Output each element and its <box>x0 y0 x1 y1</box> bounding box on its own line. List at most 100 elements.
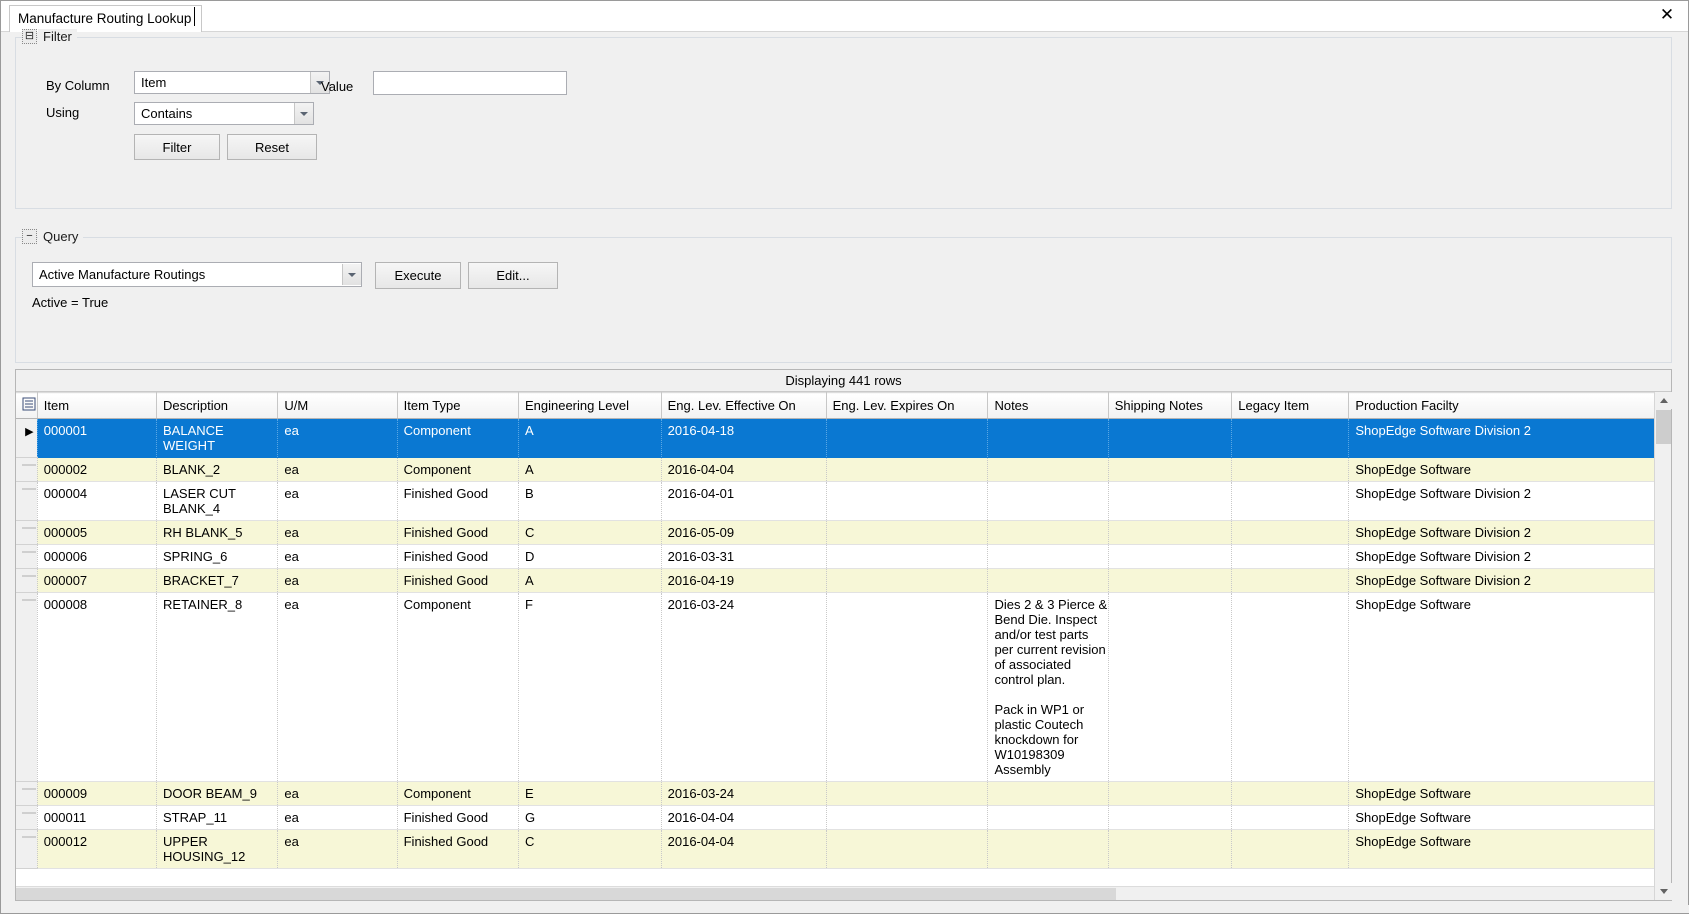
col-header-engineering-level[interactable]: Engineering Level <box>518 392 662 419</box>
cell-eff-on[interactable]: 2016-03-31 <box>661 544 827 569</box>
cell-exp-on[interactable] <box>826 481 989 521</box>
cell-legacy-item[interactable] <box>1231 568 1350 593</box>
cell-engineering-level[interactable]: A <box>518 568 662 593</box>
cell-notes[interactable] <box>987 520 1109 545</box>
cell-eff-on[interactable]: 2016-05-09 <box>661 520 827 545</box>
cell-notes[interactable]: Dies 2 & 3 Pierce & Bend Die. Inspect an… <box>987 592 1109 782</box>
cell-exp-on[interactable] <box>826 520 989 545</box>
cell-notes[interactable] <box>987 481 1109 521</box>
cell-um[interactable]: ea <box>277 418 398 458</box>
cell-exp-on[interactable] <box>826 544 989 569</box>
cell-shipping-notes[interactable] <box>1108 457 1233 482</box>
cell-description[interactable]: BRACKET_7 <box>156 568 279 593</box>
cell-eff-on[interactable]: 2016-03-24 <box>661 592 827 782</box>
col-header-eng-lev-effective-on[interactable]: Eng. Lev. Effective On <box>661 392 827 419</box>
cell-shipping-notes[interactable] <box>1108 481 1233 521</box>
cell-description[interactable]: STRAP_11 <box>156 805 279 830</box>
cell-item-type[interactable]: Component <box>397 592 519 782</box>
table-row[interactable]: 000012 UPPER HOUSING_12 ea Finished Good C 20… <box>16 829 1655 869</box>
tab-manufacture-routing-lookup[interactable]: Manufacture Routing Lookup <box>9 5 203 32</box>
cell-exp-on[interactable] <box>826 457 989 482</box>
cell-engineering-level[interactable]: C <box>518 829 662 869</box>
query-collapse-toggle[interactable]: − <box>22 229 37 244</box>
cell-item[interactable]: 000008 <box>37 592 158 782</box>
cell-production-facility[interactable]: ShopEdge Software Division 2 <box>1348 568 1655 593</box>
cell-production-facility[interactable]: ShopEdge Software <box>1348 781 1655 806</box>
row-selector-cell[interactable]: ▶ <box>16 418 38 458</box>
cell-item[interactable]: 000011 <box>37 805 158 830</box>
row-selector-cell[interactable] <box>16 568 38 593</box>
cell-production-facility[interactable]: ShopEdge Software <box>1348 457 1655 482</box>
using-select[interactable]: Contains <box>134 102 314 125</box>
table-row[interactable]: 000005 RH BLANK_5 ea Finished Good C 2016-05-… <box>16 520 1655 545</box>
cell-production-facility[interactable]: ShopEdge Software Division 2 <box>1348 481 1655 521</box>
close-icon[interactable]: ✕ <box>1656 4 1678 26</box>
execute-button[interactable]: Execute <box>375 262 461 289</box>
row-selector-cell[interactable] <box>16 544 38 569</box>
cell-exp-on[interactable] <box>826 781 989 806</box>
cell-eff-on[interactable]: 2016-04-19 <box>661 568 827 593</box>
cell-shipping-notes[interactable] <box>1108 568 1233 593</box>
query-select[interactable]: Active Manufacture Routings <box>32 262 362 287</box>
col-header-um[interactable]: U/M <box>277 392 398 419</box>
cell-eff-on[interactable]: 2016-04-04 <box>661 805 827 830</box>
cell-shipping-notes[interactable] <box>1108 520 1233 545</box>
cell-notes[interactable] <box>987 829 1109 869</box>
scroll-down-icon[interactable] <box>1655 883 1672 900</box>
cell-item-type[interactable]: Finished Good <box>397 544 519 569</box>
cell-legacy-item[interactable] <box>1231 781 1350 806</box>
cell-item[interactable]: 000002 <box>37 457 158 482</box>
col-header-item-type[interactable]: Item Type <box>397 392 519 419</box>
row-selector-header[interactable] <box>16 392 38 419</box>
row-selector-cell[interactable] <box>16 457 38 482</box>
vertical-scrollbar[interactable] <box>1654 392 1672 900</box>
cell-production-facility[interactable]: ShopEdge Software Division 2 <box>1348 418 1655 458</box>
cell-engineering-level[interactable]: F <box>518 592 662 782</box>
cell-legacy-item[interactable] <box>1231 805 1350 830</box>
cell-shipping-notes[interactable] <box>1108 544 1233 569</box>
cell-um[interactable]: ea <box>277 481 398 521</box>
cell-shipping-notes[interactable] <box>1108 805 1233 830</box>
cell-item[interactable]: 000005 <box>37 520 158 545</box>
cell-item[interactable]: 000007 <box>37 568 158 593</box>
cell-eff-on[interactable]: 2016-04-04 <box>661 457 827 482</box>
cell-description[interactable]: RH BLANK_5 <box>156 520 279 545</box>
cell-description[interactable]: LASER CUT BLANK_4 <box>156 481 279 521</box>
cell-um[interactable]: ea <box>277 457 398 482</box>
cell-shipping-notes[interactable] <box>1108 829 1233 869</box>
cell-um[interactable]: ea <box>277 805 398 830</box>
cell-um[interactable]: ea <box>277 568 398 593</box>
col-header-eng-lev-expires-on[interactable]: Eng. Lev. Expires On <box>826 392 989 419</box>
cell-um[interactable]: ea <box>277 829 398 869</box>
cell-eff-on[interactable]: 2016-04-04 <box>661 829 827 869</box>
cell-exp-on[interactable] <box>826 568 989 593</box>
table-row[interactable]: 000007 BRACKET_7 ea Finished Good A 2016-04-1… <box>16 568 1655 593</box>
edit-query-button[interactable]: Edit... <box>468 262 558 289</box>
cell-legacy-item[interactable] <box>1231 418 1350 458</box>
col-header-notes[interactable]: Notes <box>987 392 1109 419</box>
cell-item-type[interactable]: Finished Good <box>397 568 519 593</box>
cell-engineering-level[interactable]: E <box>518 781 662 806</box>
cell-exp-on[interactable] <box>826 592 989 782</box>
row-selector-cell[interactable] <box>16 481 38 521</box>
row-selector-cell[interactable] <box>16 520 38 545</box>
chevron-down-icon[interactable] <box>294 103 313 124</box>
cell-item-type[interactable]: Component <box>397 781 519 806</box>
cell-legacy-item[interactable] <box>1231 457 1350 482</box>
cell-notes[interactable] <box>987 544 1109 569</box>
horizontal-scrollbar-thumb[interactable] <box>16 888 1116 900</box>
table-row[interactable]: 000009 DOOR BEAM_9 ea Component E 2016-03-24 S… <box>16 781 1655 806</box>
cell-production-facility[interactable]: ShopEdge Software Division 2 <box>1348 544 1655 569</box>
cell-legacy-item[interactable] <box>1231 481 1350 521</box>
cell-um[interactable]: ea <box>277 592 398 782</box>
cell-item[interactable]: 000009 <box>37 781 158 806</box>
cell-shipping-notes[interactable] <box>1108 781 1233 806</box>
cell-item-type[interactable]: Finished Good <box>397 481 519 521</box>
cell-eff-on[interactable]: 2016-03-24 <box>661 781 827 806</box>
cell-item[interactable]: 000006 <box>37 544 158 569</box>
cell-item[interactable]: 000001 <box>37 418 158 458</box>
cell-item-type[interactable]: Finished Good <box>397 829 519 869</box>
cell-production-facility[interactable]: ShopEdge Software <box>1348 592 1655 782</box>
col-header-production-facility[interactable]: Production Facilty <box>1348 392 1655 419</box>
cell-eff-on[interactable]: 2016-04-01 <box>661 481 827 521</box>
